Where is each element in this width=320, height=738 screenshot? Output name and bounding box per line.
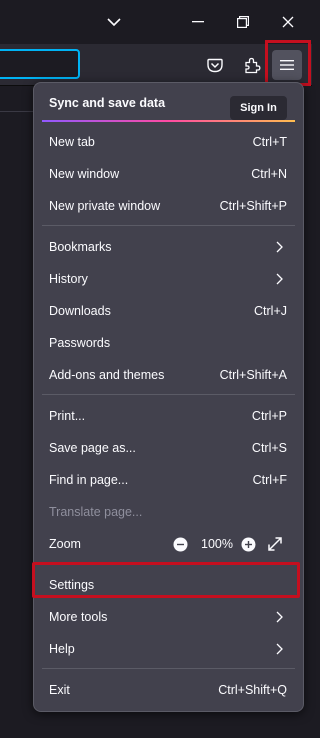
app-menu-panel: Sync and save data Sign In New tab Ctrl+… bbox=[33, 82, 304, 712]
minus-circle-icon bbox=[173, 537, 187, 551]
menu-item-translate-page: Translate page... bbox=[34, 498, 303, 526]
menu-item-passwords[interactable]: Passwords bbox=[34, 329, 303, 357]
menu-separator bbox=[42, 394, 295, 395]
menu-item-label: Passwords bbox=[49, 336, 111, 350]
menu-item-new-tab[interactable]: New tab Ctrl+T bbox=[34, 128, 303, 156]
shortcut-label: Ctrl+Shift+A bbox=[219, 368, 287, 382]
chevron-right-icon bbox=[276, 643, 283, 655]
close-icon bbox=[282, 16, 294, 28]
menu-item-label: Zoom bbox=[49, 537, 81, 551]
shortcut-label: Ctrl+F bbox=[252, 473, 287, 487]
chevron-right-icon bbox=[276, 241, 283, 253]
menu-item-label: Find in page... bbox=[49, 473, 129, 487]
settings-highlight bbox=[32, 562, 300, 598]
sync-separator bbox=[42, 120, 295, 122]
zoom-out-button[interactable] bbox=[171, 535, 189, 553]
list-all-tabs-button[interactable] bbox=[98, 6, 130, 38]
menu-item-new-private-window[interactable]: New private window Ctrl+Shift+P bbox=[34, 192, 303, 220]
menu-item-more-tools[interactable]: More tools bbox=[34, 603, 303, 631]
minimize-icon bbox=[192, 21, 204, 23]
pocket-button[interactable] bbox=[200, 50, 230, 80]
menu-item-label: History bbox=[49, 272, 88, 286]
menu-item-label: New window bbox=[49, 167, 120, 181]
menu-item-add-ons-and-themes[interactable]: Add-ons and themes Ctrl+Shift+A bbox=[34, 361, 303, 389]
app-menu-highlight bbox=[265, 40, 311, 86]
menu-item-downloads[interactable]: Downloads Ctrl+J bbox=[34, 297, 303, 325]
menu-item-label: Help bbox=[49, 642, 75, 656]
pocket-icon bbox=[207, 58, 223, 72]
shortcut-label: Ctrl+P bbox=[251, 409, 287, 423]
sync-row: Sync and save data Sign In bbox=[34, 89, 303, 120]
zoom-in-button[interactable] bbox=[239, 535, 257, 553]
minimize-button[interactable] bbox=[182, 6, 214, 38]
menu-item-save-page-as[interactable]: Save page as... Ctrl+S bbox=[34, 434, 303, 462]
restore-button[interactable] bbox=[227, 6, 259, 38]
url-bar[interactable] bbox=[0, 49, 80, 79]
menu-item-label: Translate page... bbox=[49, 505, 143, 519]
extensions-button[interactable] bbox=[237, 50, 267, 80]
restore-icon bbox=[237, 16, 249, 28]
puzzle-icon bbox=[244, 57, 260, 73]
chevron-right-icon bbox=[276, 273, 283, 285]
title-bar bbox=[0, 0, 312, 44]
menu-item-label: Exit bbox=[49, 683, 70, 697]
close-button[interactable] bbox=[272, 6, 304, 38]
shortcut-label: Ctrl+N bbox=[251, 167, 287, 181]
menu-item-label: Save page as... bbox=[49, 441, 136, 455]
menu-item-exit[interactable]: Exit Ctrl+Shift+Q bbox=[34, 676, 303, 704]
shortcut-label: Ctrl+T bbox=[252, 135, 287, 149]
sync-label: Sync and save data bbox=[49, 96, 166, 110]
menu-item-print[interactable]: Print... Ctrl+P bbox=[34, 402, 303, 430]
menu-item-help[interactable]: Help bbox=[34, 635, 303, 663]
menu-item-bookmarks[interactable]: Bookmarks bbox=[34, 233, 303, 261]
chevron-right-icon bbox=[276, 611, 283, 623]
shortcut-label: Ctrl+Shift+Q bbox=[218, 683, 287, 697]
menu-item-label: Print... bbox=[49, 409, 86, 423]
menu-item-label: New private window bbox=[49, 199, 161, 213]
zoom-level[interactable]: 100% bbox=[201, 537, 233, 551]
menu-item-zoom: Zoom 100% bbox=[34, 530, 303, 558]
fullscreen-button[interactable] bbox=[266, 535, 284, 553]
menu-item-label: Add-ons and themes bbox=[49, 368, 165, 382]
shortcut-label: Ctrl+S bbox=[251, 441, 287, 455]
menu-separator bbox=[42, 225, 295, 226]
plus-circle-icon bbox=[241, 537, 255, 551]
shortcut-label: Ctrl+J bbox=[254, 304, 287, 318]
menu-item-history[interactable]: History bbox=[34, 265, 303, 293]
shortcut-label: Ctrl+Shift+P bbox=[219, 199, 287, 213]
menu-item-new-window[interactable]: New window Ctrl+N bbox=[34, 160, 303, 188]
menu-item-label: Bookmarks bbox=[49, 240, 112, 254]
menu-separator bbox=[42, 668, 295, 669]
menu-item-find-in-page[interactable]: Find in page... Ctrl+F bbox=[34, 466, 303, 494]
fullscreen-icon bbox=[268, 537, 282, 551]
sign-in-button[interactable]: Sign In bbox=[230, 96, 287, 120]
menu-item-label: New tab bbox=[49, 135, 95, 149]
chevron-down-icon bbox=[107, 17, 121, 26]
menu-item-label: More tools bbox=[49, 610, 108, 624]
menu-item-label: Downloads bbox=[49, 304, 111, 318]
